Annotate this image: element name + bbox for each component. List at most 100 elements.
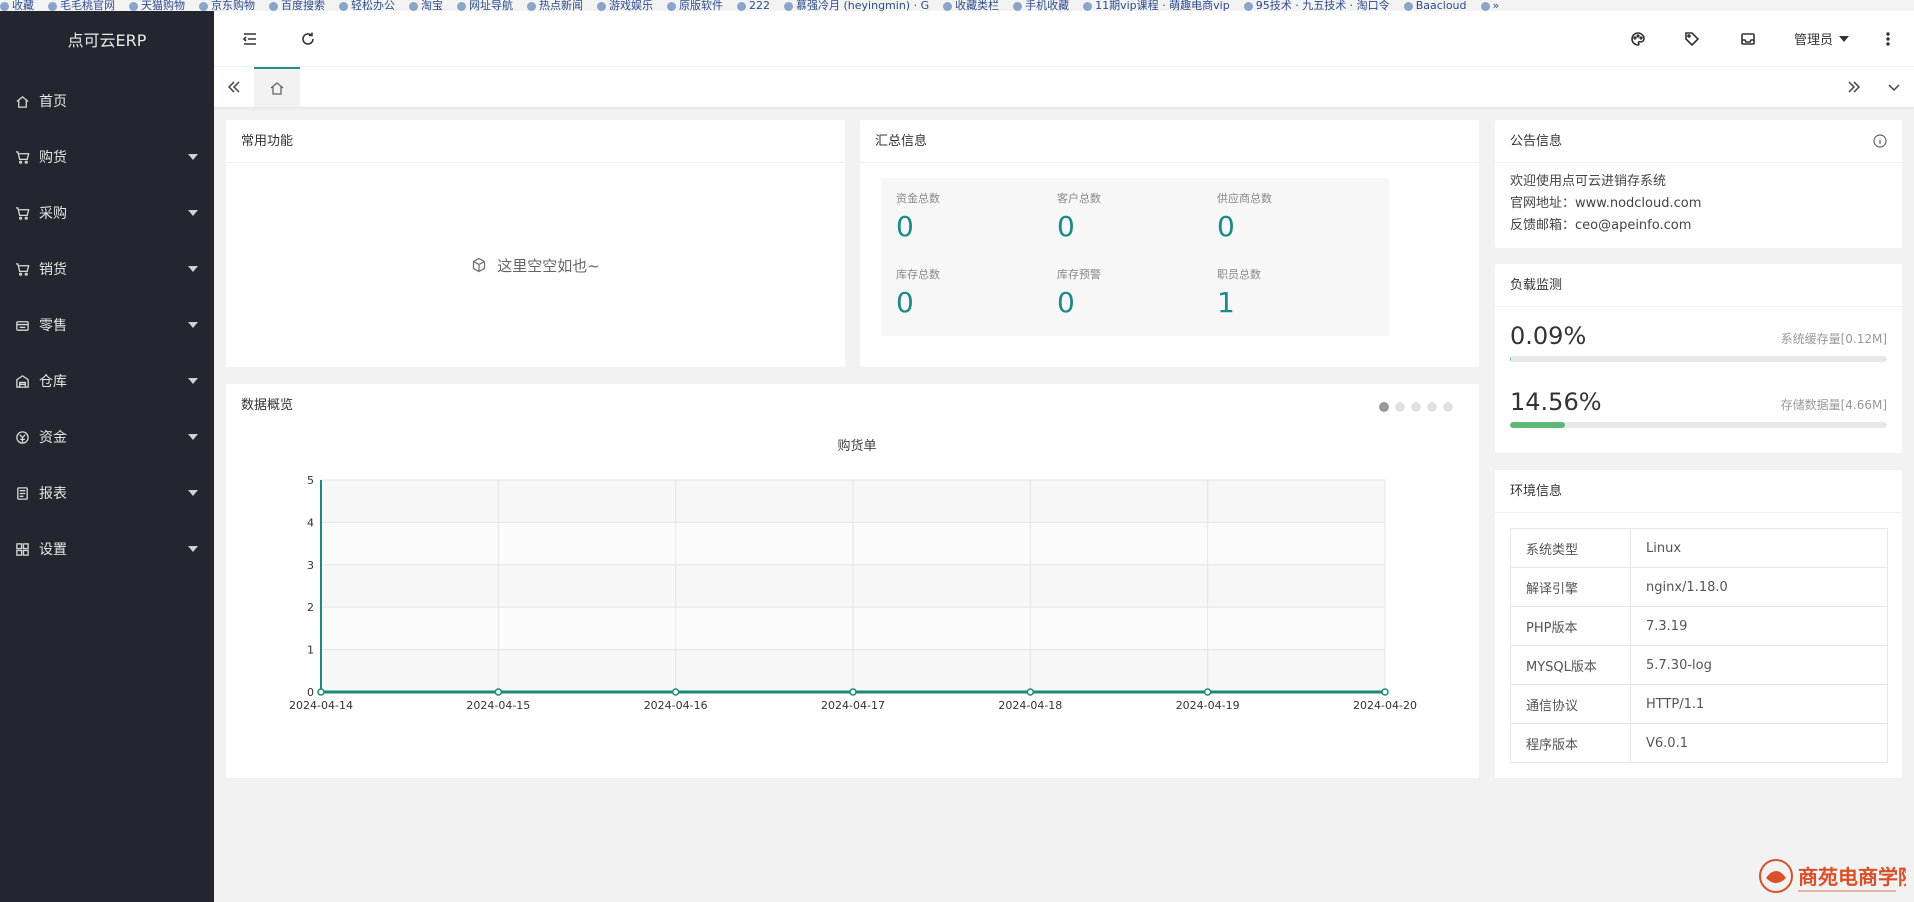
env-card: 环境信息 系统类型 Linux 解译引擎 nginx/1.18.0 PHP版本 7.3.1… <box>1495 470 1902 778</box>
bookmark-label: 原版软件 <box>679 0 723 11</box>
refresh-icon[interactable] <box>292 23 324 55</box>
sidebar-item[interactable]: 采购 <box>0 185 214 241</box>
carousel-dot[interactable] <box>1379 402 1389 412</box>
user-menu[interactable]: 管理员 <box>1794 29 1850 48</box>
bookmark-label: 95技术 · 九五技术 · 淘口令 <box>1255 0 1390 11</box>
summary-card: 汇总信息 资金总数 0 客户总数 0 供应商总数 0 库存总数 0 库存预警 0 职员总数 1 <box>860 120 1479 367</box>
bookmark-icon <box>667 1 676 11</box>
env-value: Linux <box>1630 528 1888 568</box>
caret-down-icon <box>188 210 198 216</box>
bookmark-icon <box>269 1 278 11</box>
tab-scroll-left-icon[interactable] <box>214 67 254 107</box>
bookmark-item[interactable]: 游戏娱乐 <box>597 0 653 11</box>
empty-state: 这里空空如也~ <box>226 163 845 367</box>
bookmark-item[interactable]: Baacloud <box>1403 0 1467 11</box>
bookmark-item[interactable]: 网址导航 <box>457 0 513 11</box>
sidebar-item[interactable]: 零售 <box>0 297 214 353</box>
caret-down-icon <box>188 154 198 160</box>
chevron-down-icon <box>1839 35 1850 42</box>
line-chart: 购货单 0 1 2 3 4 5 2024-04-14 2024-04-15 2024-04-16 2… <box>289 438 1417 712</box>
stat-label: 职员总数 <box>1217 268 1261 281</box>
sidebar-item[interactable]: 资金 <box>0 409 214 465</box>
notice-line: 欢迎使用点可云进销存系统 <box>1510 174 1667 189</box>
tag-icon[interactable] <box>1676 23 1708 55</box>
tab-scroll-right-icon[interactable] <box>1834 67 1874 107</box>
sidebar-item[interactable]: 仓库 <box>0 353 214 409</box>
more-icon[interactable] <box>1872 23 1904 55</box>
data-point <box>1381 688 1389 696</box>
sidebar-item-label: 首页 <box>39 94 67 110</box>
env-key: MYSQL版本 <box>1510 645 1631 685</box>
bookmark-item[interactable]: 慕强冷月 (heyingmin) · G <box>784 0 929 11</box>
bookmark-icon <box>0 1 9 11</box>
sidebar-item-label: 采购 <box>39 206 67 222</box>
x-tick-label: 2024-04-14 <box>289 699 353 712</box>
inbox-icon[interactable] <box>1732 23 1764 55</box>
bookmark-label: 手机收藏 <box>1025 0 1070 11</box>
box-icon <box>473 257 486 273</box>
home-icon <box>14 93 30 109</box>
bookmark-item[interactable]: 222 <box>737 0 770 11</box>
sidebar-item[interactable]: 购货 <box>0 129 214 185</box>
tab-options-icon[interactable] <box>1874 67 1914 107</box>
sidebar-item[interactable]: 报表 <box>0 465 214 521</box>
bookmark-item[interactable]: 手机收藏 <box>1013 0 1069 11</box>
carousel-dot[interactable] <box>1427 402 1437 412</box>
bookmark-icon <box>129 1 138 11</box>
card-title: 汇总信息 <box>860 120 1479 163</box>
sidebar-item-label: 购货 <box>39 150 67 166</box>
bookmark-icon <box>1480 1 1490 11</box>
sidebar-item[interactable]: 设置 <box>0 521 214 577</box>
carousel-dot[interactable] <box>1443 402 1453 412</box>
carousel-dot[interactable] <box>1395 402 1405 412</box>
bookmark-item[interactable]: 11期vip课程 · 萌趣电商vip <box>1083 0 1230 11</box>
tab-home[interactable] <box>254 67 300 107</box>
bookmark-item[interactable]: 收藏 <box>0 0 34 11</box>
bookmark-item[interactable]: 天猫购物 <box>129 0 185 11</box>
bookmark-item[interactable]: 收藏类栏 <box>943 0 999 11</box>
x-tick-label: 2024-04-19 <box>1176 699 1240 712</box>
card-title: 常用功能 <box>226 120 845 163</box>
stat-tile: 库存预警 0 <box>1042 254 1229 336</box>
bookmark-item[interactable]: 热点新闻 <box>527 0 583 11</box>
bookmark-item[interactable]: 原版软件 <box>667 0 723 11</box>
bookmark-item[interactable]: 95技术 · 九五技术 · 淘口令 <box>1243 0 1390 11</box>
env-table: 系统类型 Linux 解译引擎 nginx/1.18.0 PHP版本 7.3.19 MYSQ… <box>1510 528 1888 763</box>
bookmark-item[interactable]: » <box>1480 0 1500 11</box>
env-row: 解译引擎 nginx/1.18.0 <box>1510 567 1888 607</box>
y-tick-label: 3 <box>307 559 314 572</box>
load-desc: 系统缓存量[0.12M] <box>1780 332 1887 346</box>
home-icon <box>270 82 284 95</box>
caret-down-icon <box>188 322 198 328</box>
stat-tile: 供应商总数 0 <box>1202 178 1389 260</box>
progress-fill <box>1510 356 1512 362</box>
carousel-dot[interactable] <box>1411 402 1421 412</box>
data-point <box>1203 688 1212 696</box>
bookmark-item[interactable]: 百度搜索 <box>269 0 325 11</box>
palette-icon[interactable] <box>1622 23 1654 55</box>
caret-down-icon <box>188 546 198 552</box>
bookmark-label: » <box>1492 0 1500 11</box>
data-point <box>671 688 680 696</box>
bookmark-label: 网址导航 <box>469 0 513 11</box>
bookmark-item[interactable]: 京东购物 <box>199 0 255 11</box>
bookmark-label: 慕强冷月 (heyingmin) · G <box>796 0 930 11</box>
caret-down-icon <box>188 434 198 440</box>
bookmark-icon <box>1083 1 1093 11</box>
overview-card: 数据概览 购货单 0 1 2 3 4 5 2024-04-14 2024-04-15 2024-0… <box>226 384 1479 778</box>
caret-down-icon <box>188 266 198 272</box>
bookmark-item[interactable]: 轻松办公 <box>339 0 395 11</box>
sidebar-item[interactable]: 销货 <box>0 241 214 297</box>
bookmark-item[interactable]: 淘宝 <box>409 0 443 11</box>
empty-text: 这里空空如也~ <box>497 256 600 275</box>
bookmark-icon <box>409 1 418 11</box>
stat-tile: 库存总数 0 <box>881 254 1068 336</box>
card-title: 负载监测 <box>1495 264 1902 307</box>
sidebar-item[interactable]: 首页 <box>0 73 214 129</box>
menu-fold-icon[interactable] <box>234 23 266 55</box>
info-icon[interactable] <box>1873 134 1887 148</box>
bookmark-item[interactable]: 毛毛桃官网 <box>48 0 115 11</box>
data-point <box>317 688 325 696</box>
sidebar-item-label: 销货 <box>39 262 67 278</box>
sidebar-item-label: 报表 <box>39 486 67 502</box>
